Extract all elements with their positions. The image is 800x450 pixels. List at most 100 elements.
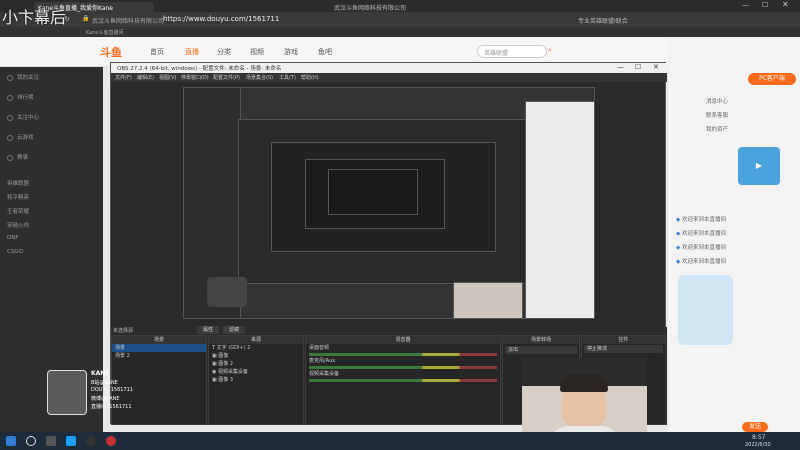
nav-live[interactable]: 直播 (185, 47, 199, 57)
chat-line: ◆ 欢迎来到本直播间 (676, 217, 726, 223)
sidebar-item-center[interactable]: 关注中心 (7, 113, 39, 125)
dock-title: 控件 (582, 336, 665, 344)
sidebar-tag[interactable]: 和平精英 (7, 193, 29, 205)
captured-obs-nested-3 (328, 169, 418, 215)
filters-button[interactable]: 滤镜 (223, 326, 245, 334)
source-item[interactable]: ◉ 视频采集设备 (209, 368, 303, 376)
right-link[interactable]: 我的资产 (706, 125, 728, 133)
dock-title: 混音器 (306, 336, 500, 344)
site-name: 武汉斗鱼网络科技有限公司 (92, 18, 165, 25)
captured-chat (525, 101, 595, 319)
sources-dock: 来源 T 文字 (GDI+) 2 ▣ 图像 ▣ 图像 2 ◉ 视频采集设备 ▣ … (208, 335, 304, 425)
menu-help[interactable]: 帮助(H) (301, 74, 319, 81)
menu-file[interactable]: 文件(F) (115, 74, 132, 81)
steam-icon[interactable] (66, 436, 76, 446)
maximize-icon[interactable]: ☐ (635, 63, 641, 71)
source-item[interactable]: ▣ 图像 3 (209, 376, 303, 384)
dock-title: 场景 (112, 336, 206, 344)
sidebar-item-follow[interactable]: 我的关注 (7, 73, 39, 85)
sidebar-tag[interactable]: 英雄联盟 (7, 179, 29, 191)
source-item[interactable]: T 文字 (GDI+) 2 (209, 344, 303, 352)
browser-icon[interactable] (106, 436, 116, 446)
sidebar-tag[interactable]: CSGO (7, 249, 23, 261)
scene-item[interactable]: 场景 (112, 344, 206, 352)
douyu-logo[interactable]: 斗鱼 (100, 44, 122, 60)
mixer-dock: 混音器 桌面音频 麦克风/Aux 视频采集设备 (305, 335, 501, 425)
sidebar-item-rank[interactable]: 排行榜 (7, 93, 34, 105)
pc-client-button[interactable]: PC客户端 (748, 73, 796, 85)
bookmark-item[interactable]: Kane斗鱼直播间 (86, 29, 124, 36)
chat-line: ◆ 欢迎来到本直播间 (676, 259, 726, 265)
event-banner[interactable]: ▶ (738, 147, 780, 185)
bookmarks-bar: Kane斗鱼直播间 (0, 27, 800, 37)
menu-docks[interactable]: 停靠窗口(D) (181, 74, 209, 81)
chat-line: ◆ 欢迎来到本直播间 (676, 231, 726, 237)
mixer-channel: 桌面音频 (309, 345, 330, 351)
clock-date[interactable]: 2022/6/30 (745, 442, 771, 448)
nav-video[interactable]: 视频 (250, 47, 264, 57)
obs-icon[interactable] (86, 436, 96, 446)
search-icon[interactable] (26, 436, 36, 446)
menu-profile[interactable]: 配置文件(P) (213, 74, 240, 81)
browser-search-hint[interactable]: 专业英雄联盟Ⅰ联合 (578, 16, 628, 25)
star-icon (7, 114, 13, 121)
maximize-icon[interactable]: ☐ (762, 1, 768, 9)
obs-preview[interactable] (183, 87, 595, 319)
nav-yuba[interactable]: 鱼吧 (318, 47, 332, 57)
streamer-name: KANE (91, 370, 110, 377)
url-input[interactable]: https://www.douyu.com/1561711 (163, 15, 279, 23)
properties-button[interactable]: 属性 (197, 326, 219, 334)
menu-edit[interactable]: 编辑(E) (137, 74, 154, 81)
sidebar-tag[interactable]: 穿越火线 (7, 221, 29, 233)
close-icon[interactable]: ✕ (653, 63, 659, 71)
nav-category[interactable]: 分类 (217, 47, 231, 57)
sidebar-tag[interactable]: DNF (7, 235, 19, 247)
task-view-icon[interactable] (46, 436, 56, 446)
sidebar-item-label: 我的关注 (17, 75, 40, 81)
source-item[interactable]: ▣ 图像 (209, 352, 303, 360)
sidebar-item-events[interactable]: 赛事 (7, 153, 28, 165)
mixer-channel: 视频采集设备 (309, 371, 340, 377)
stop-stream-button[interactable]: 停止推流 (584, 345, 663, 353)
sidebar-item-cloud[interactable]: 云游戏 (7, 133, 34, 145)
minimize-icon[interactable]: — (617, 63, 624, 71)
nav-home[interactable]: 首页 (150, 47, 164, 57)
sidebar-tag[interactable]: 王者荣耀 (7, 207, 29, 219)
douyu-search-input[interactable]: 英雄联盟 (477, 45, 547, 58)
right-link[interactable]: 联系客服 (706, 111, 728, 119)
source-item[interactable]: ▣ 图像 2 (209, 360, 303, 368)
streamer-line: 微博@KANE (91, 396, 120, 402)
minimize-icon[interactable]: — (742, 1, 749, 9)
volume-meter[interactable] (309, 353, 497, 356)
transition-select[interactable]: 淡出 (505, 346, 577, 354)
captured-streamer-card (207, 277, 247, 307)
tab-douyu-company[interactable]: 武汉斗鱼网络科技有限公司 (330, 2, 450, 12)
scene-item[interactable]: 场景 2 (112, 352, 206, 360)
clock-time[interactable]: 8:57 (752, 434, 765, 441)
sidebar-item-label: 关注中心 (17, 115, 40, 121)
search-icon[interactable]: ⌕ (548, 46, 552, 55)
cup-icon (7, 154, 13, 161)
nav-game[interactable]: 游戏 (284, 47, 298, 57)
dock-title: 来源 (209, 336, 303, 344)
dock-title: 场景转场 (503, 336, 579, 344)
chat-line: ◆ 欢迎来到本直播间 (676, 245, 726, 251)
menu-view[interactable]: 视图(V) (159, 74, 176, 81)
streamer-line: B站@KANE (91, 380, 118, 386)
volume-meter[interactable] (309, 379, 497, 382)
volume-meter[interactable] (309, 366, 497, 369)
send-button[interactable]: 发送 (742, 422, 768, 432)
address-bar: ‹ › ↻ 🔒 武汉斗鱼网络科技有限公司 https://www.douyu.c… (0, 12, 800, 27)
right-link[interactable]: 消息中心 (706, 97, 728, 105)
watermark-text: 小卞幕后 (2, 8, 67, 27)
windows-taskbar: 8:57 2022/6/30 (0, 432, 800, 450)
close-icon[interactable]: ✕ (782, 0, 789, 9)
menu-scene-collection[interactable]: 场景集合(S) (246, 74, 273, 81)
captured-webcam (453, 282, 523, 319)
sidebar-item-label: 排行榜 (17, 95, 34, 101)
obs-titlebar: OBS 27.2.4 (64-bit, windows) - 配置文件: 未命名… (111, 63, 667, 73)
windows-start-icon[interactable] (6, 436, 16, 446)
streamer-line: DOUYU 1561711 (91, 387, 134, 393)
menu-tools[interactable]: 工具(T) (279, 74, 296, 81)
screen: Kane斗鱼直播_我爱你Kane 武汉斗鱼网络科技有限公司 — ☐ ✕ ‹ › … (0, 0, 800, 450)
